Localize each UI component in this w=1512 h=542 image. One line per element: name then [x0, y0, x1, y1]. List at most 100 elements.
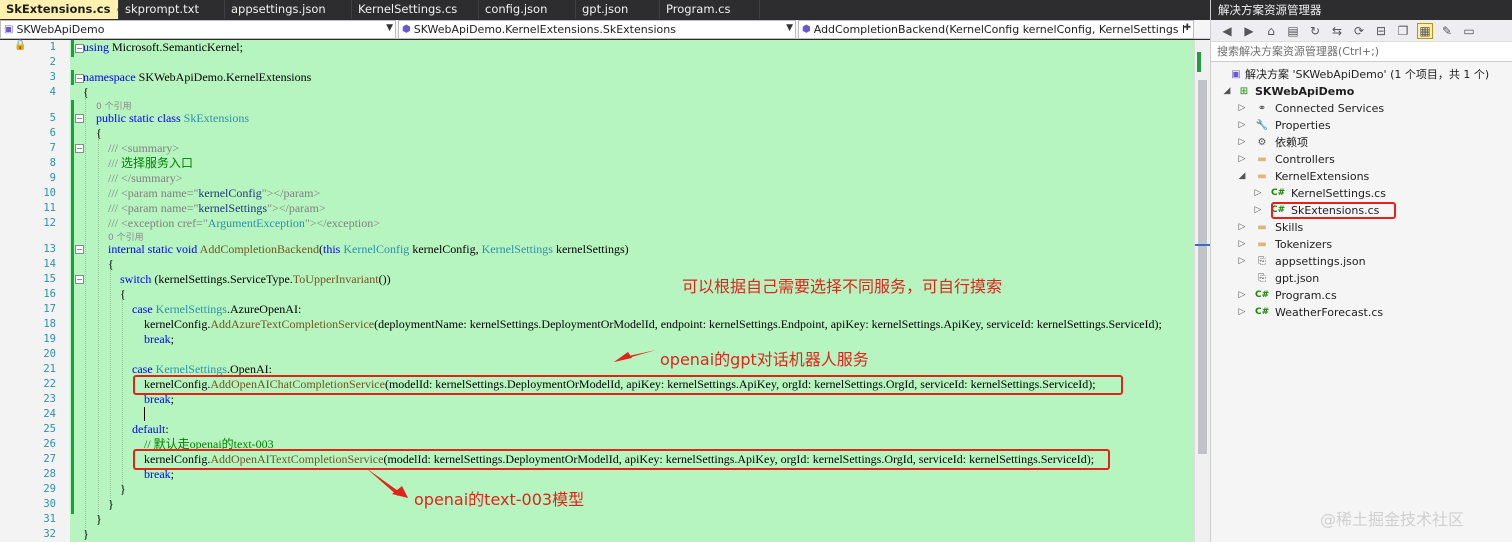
member-dropdown-value: AddCompletionBackend(KernelConfig kernel…	[813, 23, 1184, 36]
line-number: 11	[43, 202, 56, 214]
json-file-icon: ⎘	[1258, 256, 1266, 267]
chevron-right-icon[interactable]: ▷	[1253, 202, 1263, 219]
change-marker	[71, 40, 74, 57]
chevron-down-icon: ▼	[786, 23, 793, 33]
sync-icon[interactable]: ⇆	[1329, 24, 1345, 38]
preview-icon[interactable]: ▭	[1461, 24, 1477, 38]
chevron-right-icon[interactable]: ▷	[1253, 185, 1263, 202]
tab-program[interactable]: Program.cs	[660, 0, 760, 19]
show-all-files-icon[interactable]: ❐	[1395, 24, 1411, 38]
chevron-right-icon[interactable]: ▷	[1237, 304, 1247, 321]
code-line: /// 选择服务入口	[108, 156, 194, 170]
line-number: 1	[49, 41, 56, 53]
home-icon[interactable]: ⌂	[1263, 24, 1279, 38]
add-split-icon[interactable]: ✚	[1183, 23, 1191, 33]
arrow-icon	[366, 468, 408, 498]
chevron-right-icon[interactable]: ▷	[1237, 253, 1247, 270]
watermark: @稀土掘金技术社区	[1320, 510, 1465, 529]
code-line: /// <param name="kernelSettings"></param…	[108, 201, 326, 215]
line-number: 31	[43, 513, 56, 525]
chevron-right-icon[interactable]: ▷	[1237, 287, 1247, 304]
project-dropdown[interactable]: ▣ SKWebApiDemo ▼	[0, 20, 396, 39]
folder-icon: ▬	[1257, 239, 1267, 250]
collapse-icon[interactable]: −	[75, 245, 84, 254]
collapse-icon[interactable]: −	[75, 114, 84, 123]
chevron-right-icon[interactable]: ▷	[1237, 151, 1247, 168]
line-number: 17	[43, 303, 56, 315]
back-icon[interactable]: ◀	[1219, 24, 1235, 38]
type-dropdown[interactable]: ⬢ SKWebApiDemo.KernelExtensions.SkExtens…	[398, 20, 796, 39]
navigation-bar: ▣ SKWebApiDemo ▼ ⬢ SKWebApiDemo.KernelEx…	[0, 20, 1210, 39]
solution-search-input[interactable]: 搜索解决方案资源管理器(Ctrl+;)	[1211, 42, 1512, 62]
panel-title: 解决方案资源管理器	[1211, 0, 1512, 20]
line-number: 19	[43, 333, 56, 345]
highlight-box-text-completion	[133, 449, 1110, 470]
code-line: {	[120, 287, 126, 301]
tab-config[interactable]: config.json	[479, 0, 576, 19]
code-line: using Microsoft.SemanticKernel;	[83, 40, 243, 54]
line-number: 8	[49, 157, 56, 169]
line-number: 15	[43, 273, 56, 285]
annotation-text-003: openai的text-003模型	[414, 490, 585, 509]
wrench-icon: 🔧	[1255, 120, 1269, 131]
member-dropdown[interactable]: ⬢ AddCompletionBackend(KernelConfig kern…	[798, 20, 1194, 39]
vertical-scrollbar[interactable]	[1194, 40, 1211, 542]
line-number: 26	[43, 438, 56, 450]
line-number: 18	[43, 318, 56, 330]
code-editor[interactable]: 🔒 1 2 3 4 5 6 7 8 9 10 11 12 13 14 15 16…	[0, 40, 1211, 542]
dependencies-icon: ⚙	[1257, 137, 1267, 148]
tab-label: SkExtensions.cs	[6, 2, 111, 16]
chevron-down-icon: ▼	[386, 23, 393, 33]
line-number: 22	[43, 378, 56, 390]
properties-icon[interactable]: ✎	[1439, 24, 1455, 38]
folder-icon: ▬	[1257, 222, 1267, 233]
history-icon[interactable]: ↻	[1307, 24, 1323, 38]
collapse-all-icon[interactable]: ⊟	[1373, 24, 1389, 38]
code-line: }	[108, 497, 114, 511]
chevron-right-icon[interactable]: ▷	[1237, 117, 1247, 134]
type-dropdown-value: SKWebApiDemo.KernelExtensions.SkExtensio…	[413, 23, 676, 36]
forward-icon[interactable]: ▶	[1241, 24, 1257, 38]
project-dropdown-value: SKWebApiDemo	[16, 23, 105, 36]
line-number: 27	[43, 453, 56, 465]
chevron-right-icon[interactable]: ▷	[1237, 236, 1247, 253]
chevron-right-icon[interactable]: ▷	[1237, 100, 1247, 117]
arrow-icon	[614, 350, 656, 362]
highlight-box-skextensions	[1271, 202, 1396, 219]
pending-changes-filter-icon[interactable]: ▦	[1417, 22, 1433, 39]
line-number: 28	[43, 468, 56, 480]
line-number: 9	[49, 172, 56, 184]
tab-kernelsettings[interactable]: KernelSettings.cs	[352, 0, 479, 19]
tab-skextensions[interactable]: SkExtensions.cs ⊕ ✕	[0, 0, 119, 19]
line-number: 12	[43, 217, 56, 229]
scrollbar-thumb[interactable]	[1198, 80, 1207, 454]
tab-skprompt[interactable]: skprompt.txt	[119, 0, 225, 19]
text-cursor	[144, 407, 145, 421]
method-icon: ⬢	[802, 24, 811, 35]
csharp-file-icon: C#	[1271, 188, 1286, 198]
chevron-down-icon[interactable]: ◢	[1237, 168, 1247, 185]
code-line: /// </summary>	[108, 171, 183, 185]
tab-appsettings[interactable]: appsettings.json	[225, 0, 352, 19]
chevron-down-icon[interactable]: ◢	[1222, 83, 1232, 100]
tab-gpt[interactable]: gpt.json	[576, 0, 660, 19]
collapse-icon[interactable]: −	[75, 144, 84, 153]
line-number: 23	[43, 393, 56, 405]
solution-icon: ▣	[1231, 69, 1241, 80]
annotation-select-service: 可以根据自己需要选择不同服务，可自行摸索	[682, 277, 1003, 296]
line-number: 24	[43, 408, 56, 420]
line-number: 6	[49, 127, 56, 139]
collapse-icon[interactable]: −	[75, 275, 84, 284]
chevron-right-icon[interactable]: ▷	[1237, 219, 1247, 236]
code-line: {	[83, 85, 89, 99]
line-number: 4	[49, 86, 56, 98]
change-marker	[71, 100, 74, 514]
solution-explorer: 解决方案资源管理器 ◀ ▶ ⌂ ▤ ↻ ⇆ ⟳ ⊟ ❐ ▦ ✎ ▭ 搜索解决方案…	[1210, 0, 1512, 542]
code-line: }	[120, 482, 126, 496]
switch-views-icon[interactable]: ▤	[1285, 24, 1301, 38]
folder-open-icon: ▬	[1257, 171, 1267, 182]
code-line: switch (kernelSettings.ServiceType.ToUpp…	[120, 272, 391, 286]
code-line: public static class SkExtensions	[96, 111, 249, 125]
chevron-right-icon[interactable]: ▷	[1237, 134, 1247, 151]
refresh-icon[interactable]: ⟳	[1351, 24, 1367, 38]
